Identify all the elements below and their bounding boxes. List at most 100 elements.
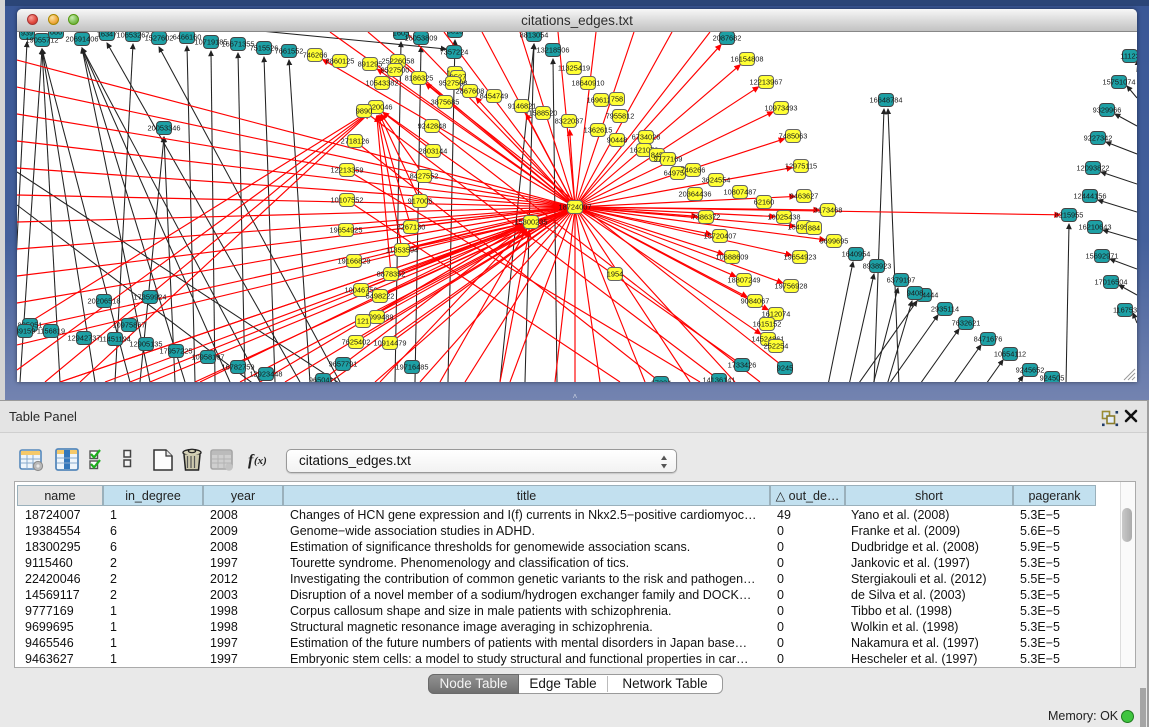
svg-text:1640954: 1640954 [842, 250, 871, 259]
svg-text:8215955: 8215955 [1055, 211, 1084, 220]
svg-text:116753: 116753 [1113, 306, 1137, 315]
svg-text:12213359: 12213359 [331, 166, 364, 175]
svg-text:1588520: 1588520 [529, 109, 558, 118]
svg-text:15720407: 15720407 [704, 232, 737, 241]
svg-text:16154808: 16154808 [731, 55, 764, 64]
svg-text:18640910: 18640910 [572, 79, 605, 88]
svg-text:19654923: 19654923 [784, 253, 817, 262]
svg-text:10973493: 10973493 [765, 104, 798, 113]
svg-text:20053346: 20053346 [148, 124, 181, 133]
svg-text:686: 686 [50, 32, 62, 37]
svg-text:10654112: 10654112 [994, 350, 1026, 359]
svg-text:9650411: 9650411 [309, 376, 337, 382]
svg-text:9657791: 9657791 [329, 360, 358, 369]
svg-text:8427552: 8427552 [410, 172, 439, 181]
svg-text:8938923: 8938923 [863, 262, 892, 271]
svg-text:746266: 746266 [681, 166, 706, 175]
svg-text:10958107: 10958107 [192, 353, 225, 362]
svg-text:3173468: 3173468 [814, 206, 843, 215]
svg-text:17016504: 17016504 [1095, 278, 1128, 287]
svg-text:10807487: 10807487 [724, 188, 757, 197]
svg-text:9227342: 9227342 [1084, 134, 1113, 143]
svg-text:758: 758 [611, 95, 623, 104]
svg-text:8813054: 8813054 [520, 32, 549, 40]
svg-text:12213967: 12213967 [750, 78, 783, 87]
svg-text:1156819: 1156819 [37, 327, 65, 336]
svg-text:9890: 9890 [356, 107, 372, 116]
svg-text:2718126: 2718126 [341, 137, 370, 146]
svg-text:17334: 17334 [651, 379, 672, 382]
svg-text:10543382: 10543382 [366, 79, 399, 88]
svg-text:746266: 746266 [303, 51, 328, 60]
svg-text:16053809: 16053809 [405, 34, 438, 43]
svg-text:121: 121 [357, 317, 369, 326]
svg-text:19166829: 19166829 [338, 257, 371, 266]
svg-text:12942737: 12942737 [68, 334, 101, 343]
svg-text:252254: 252254 [764, 342, 789, 351]
svg-text:19654925: 19654925 [330, 226, 363, 235]
svg-text:1527602: 1527602 [145, 34, 174, 43]
svg-text:9463627: 9463627 [790, 192, 819, 201]
svg-text:9245: 9245 [777, 364, 793, 373]
svg-text:9699695: 9699695 [820, 237, 849, 246]
svg-text:1615152: 1615152 [753, 320, 782, 329]
svg-text:20364436: 20364436 [679, 190, 712, 199]
svg-text:8471676: 8471676 [974, 335, 1003, 344]
svg-text:11325419: 11325419 [558, 64, 590, 73]
svg-text:16210643: 16210643 [1079, 223, 1112, 232]
svg-text:3875685: 3875685 [431, 98, 460, 107]
svg-text:11353594: 11353594 [386, 246, 418, 255]
svg-text:2935114: 2935114 [931, 305, 959, 314]
svg-text:9777169: 9777169 [654, 155, 683, 164]
svg-text:884: 884 [808, 224, 820, 233]
svg-text:917006: 917006 [408, 197, 433, 206]
svg-text:2087682: 2087682 [713, 34, 742, 43]
svg-text:14136141: 14136141 [703, 376, 736, 382]
svg-text:9084067: 9084067 [741, 297, 770, 306]
svg-text:7386372: 7386372 [692, 213, 721, 222]
svg-text:9329966: 9329966 [1093, 106, 1122, 115]
svg-text:10975867: 10975867 [113, 321, 146, 330]
svg-text:18724007: 18724007 [559, 203, 592, 212]
svg-text:7955812: 7955812 [606, 112, 635, 121]
svg-text:1733426: 1733426 [728, 361, 757, 370]
svg-text:(x): (x) [254, 455, 267, 467]
svg-text:3624554: 3624554 [702, 176, 731, 185]
svg-text:12905135: 12905135 [130, 340, 163, 349]
svg-text:7661552: 7661552 [275, 47, 304, 56]
svg-text:15300235: 15300235 [515, 218, 548, 227]
svg-text:7625402: 7625402 [342, 338, 371, 347]
svg-text:8322037: 8322037 [555, 117, 584, 126]
svg-text:19716485: 19716485 [396, 363, 429, 372]
svg-text:7485063: 7485063 [779, 132, 808, 141]
svg-text:11123: 11123 [1120, 52, 1137, 61]
svg-text:13218506: 13218506 [537, 46, 570, 55]
svg-text:12975115: 12975115 [785, 162, 817, 171]
svg-text:2803144: 2803144 [419, 147, 448, 156]
svg-text:7632621: 7632621 [952, 319, 981, 328]
svg-text:62160: 62160 [754, 198, 775, 207]
svg-text:891295: 891295 [358, 60, 383, 69]
svg-text:90448: 90448 [607, 136, 628, 145]
svg-text:19756928: 19756928 [775, 282, 808, 291]
svg-text:5498222: 5498222 [366, 292, 395, 301]
svg-text:20691406: 20691406 [66, 35, 99, 44]
svg-text:15751074: 15751074 [1103, 78, 1136, 87]
svg-text:10025438: 10025438 [768, 213, 801, 222]
svg-text:10107552: 10107552 [331, 196, 364, 205]
svg-text:9242848: 9242848 [418, 122, 447, 131]
svg-text:10914479: 10914479 [374, 339, 407, 348]
svg-text:20206518: 20206518 [88, 297, 121, 306]
svg-text:16347: 16347 [97, 32, 118, 39]
svg-text:9408: 9408 [907, 289, 923, 298]
svg-text:12923448: 12923448 [250, 370, 283, 379]
svg-text:17359924: 17359924 [134, 293, 167, 302]
svg-text:6379197: 6379197 [887, 276, 916, 285]
svg-text:8186325: 8186325 [405, 74, 434, 83]
svg-text:8813: 8813 [447, 32, 463, 36]
svg-text:10688609: 10688609 [716, 253, 749, 262]
svg-text:8878352: 8878352 [377, 270, 406, 279]
svg-text:12093822: 12093822 [1077, 164, 1110, 173]
svg-text:1954: 1954 [607, 270, 623, 279]
svg-text:8860125: 8860125 [326, 57, 355, 66]
